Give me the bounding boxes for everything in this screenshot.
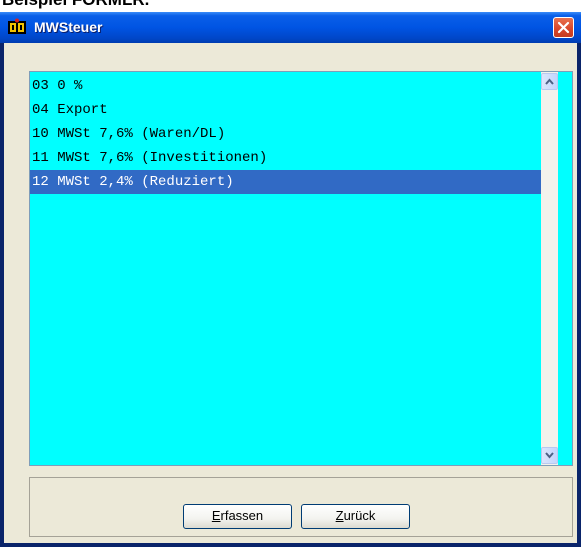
- mwsteuer-window: MWSteuer 03 0 % 04 Export 10 MWSt 7,6% (…: [0, 12, 581, 547]
- erfassen-label: rfassen: [220, 508, 264, 523]
- list-item[interactable]: 11 MWSt 7,6% (Investitionen): [30, 146, 541, 170]
- close-button[interactable]: [553, 17, 574, 38]
- scroll-down-button[interactable]: [541, 447, 558, 464]
- dialog-client-area: 03 0 % 04 Export 10 MWSt 7,6% (Waren/DL)…: [4, 43, 577, 543]
- zurueck-label: urück: [343, 508, 376, 523]
- erfassen-button[interactable]: Erfassen: [183, 504, 292, 529]
- app-emblem-icon: [7, 18, 27, 36]
- list-items: 03 0 % 04 Export 10 MWSt 7,6% (Waren/DL)…: [30, 72, 541, 465]
- vat-code-listbox[interactable]: 03 0 % 04 Export 10 MWSt 7,6% (Waren/DL)…: [29, 71, 573, 466]
- chevron-down-icon: [545, 452, 554, 459]
- erfassen-hotkey: E: [211, 508, 221, 523]
- chevron-up-icon: [545, 78, 554, 85]
- window-title: MWSteuer: [34, 19, 103, 35]
- close-icon: [557, 21, 570, 34]
- zurueck-hotkey: Z: [335, 508, 344, 523]
- list-item[interactable]: 03 0 %: [30, 74, 541, 98]
- zurueck-button[interactable]: Zurück: [301, 504, 410, 529]
- list-item[interactable]: 04 Export: [30, 98, 541, 122]
- title-bar[interactable]: MWSteuer: [0, 12, 581, 43]
- list-item-selected[interactable]: 12 MWSt 2,4% (Reduziert): [30, 170, 541, 194]
- vertical-scrollbar[interactable]: [541, 72, 558, 465]
- button-panel: Erfassen Zurück: [29, 477, 573, 537]
- list-item[interactable]: 10 MWSt 7,6% (Waren/DL): [30, 122, 541, 146]
- scroll-up-button[interactable]: [541, 73, 558, 90]
- document-heading: Beispiel FORMLR.: [2, 0, 149, 9]
